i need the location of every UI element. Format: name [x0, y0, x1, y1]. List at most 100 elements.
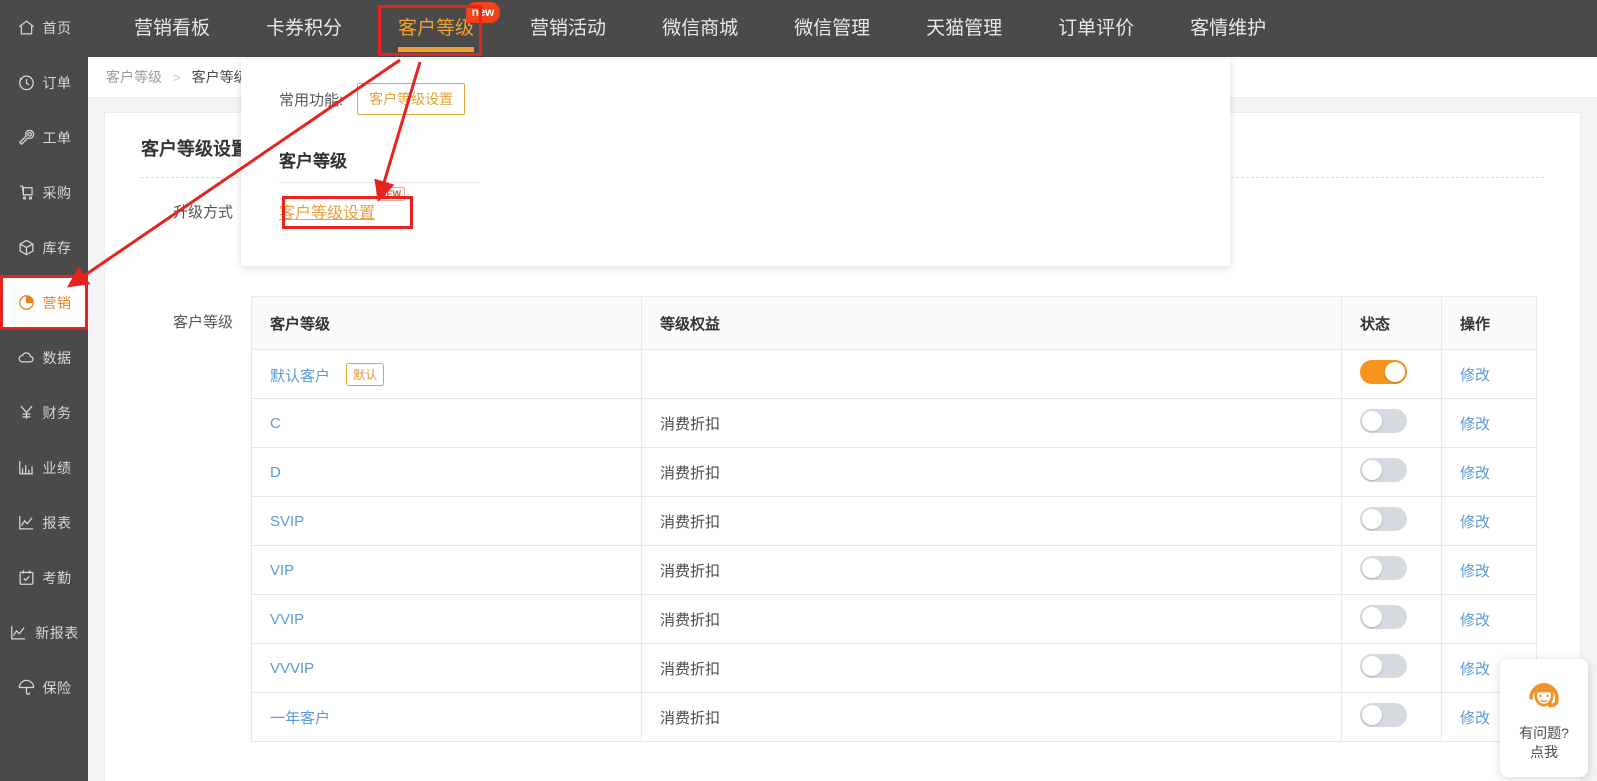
status-toggle[interactable] — [1360, 556, 1407, 580]
sidebar-item-label: 数据 — [42, 349, 72, 366]
column-header-action: 操作 — [1441, 296, 1537, 350]
box-icon — [17, 238, 36, 257]
cell-level-name: VVVIP — [251, 643, 642, 693]
top-navigation: 营销看板 卡券积分 客户等级 new 营销活动 微信商城 微信管理 天猫管理 订… — [88, 0, 1597, 57]
table-row: D 消费折扣 修改 — [251, 447, 1537, 497]
status-toggle[interactable] — [1360, 360, 1407, 384]
table-row: VVVIP 消费折扣 修改 — [251, 643, 1537, 693]
level-name-link[interactable]: SVIP — [270, 513, 304, 530]
cell-action: 修改 — [1441, 349, 1537, 399]
nav-tab-wechat-manage[interactable]: 微信管理 — [794, 0, 870, 57]
nav-tab-marketing-campaign[interactable]: 营销活动 — [530, 0, 606, 57]
sidebar-item-label: 首页 — [42, 19, 72, 36]
edit-link[interactable]: 修改 — [1460, 416, 1490, 433]
chat-widget-line2: 点我 — [1530, 744, 1558, 760]
cell-action: 修改 — [1441, 594, 1537, 644]
nav-tab-card-points[interactable]: 卡券积分 — [266, 0, 342, 57]
edit-link[interactable]: 修改 — [1460, 661, 1490, 678]
cell-level-name: VVIP — [251, 594, 642, 644]
sidebar-item-label: 保险 — [42, 679, 72, 696]
toggle-knob — [1362, 411, 1382, 431]
level-name-link[interactable]: VVIP — [270, 611, 304, 628]
status-toggle[interactable] — [1360, 654, 1407, 678]
customer-levels-table: 客户等级 等级权益 状态 操作 默认客户 默认 修改 C 消费折扣 修改 D 消… — [251, 296, 1537, 742]
sidebar-item-workorder[interactable]: 工单 — [0, 110, 88, 165]
status-toggle[interactable] — [1360, 409, 1407, 433]
sidebar-item-label: 报表 — [42, 514, 72, 531]
toggle-knob — [1362, 705, 1382, 725]
level-name-link[interactable]: C — [270, 415, 281, 432]
cell-action: 修改 — [1441, 398, 1537, 448]
sidebar-item-insurance[interactable]: 保险 — [0, 660, 88, 715]
sidebar-item-finance[interactable]: 财务 — [0, 385, 88, 440]
toggle-knob — [1362, 558, 1382, 578]
cell-status — [1341, 496, 1442, 546]
left-sidebar: 首页 订单 工单 采购 库存 营销 数据 财务 业绩 报表 考勤 新报表 保险 — [0, 0, 88, 781]
cell-benefit: 消费折扣 — [641, 447, 1342, 497]
level-name-link[interactable]: VIP — [270, 562, 294, 579]
breadcrumb-parent[interactable]: 客户等级 — [106, 67, 162, 87]
cloud-icon — [17, 348, 36, 367]
default-badge: 默认 — [346, 362, 385, 386]
dropdown-link-wrapper: 客户等级设置 NEW — [279, 187, 406, 223]
toggle-knob — [1362, 509, 1382, 529]
sidebar-item-data[interactable]: 数据 — [0, 330, 88, 385]
edit-link[interactable]: 修改 — [1460, 563, 1490, 580]
chat-widget-line1: 有问题? — [1519, 725, 1569, 741]
sidebar-item-label: 工单 — [42, 129, 72, 146]
nav-tab-label: 客户等级 — [398, 18, 475, 39]
nav-tab-label: 营销看板 — [134, 18, 211, 39]
nav-tab-customer-care[interactable]: 客情维护 — [1190, 0, 1266, 57]
common-function-chip[interactable]: 客户等级设置 — [357, 83, 466, 115]
new-tag: NEW — [376, 187, 406, 201]
status-toggle[interactable] — [1360, 458, 1407, 482]
level-name-link[interactable]: 默认客户 — [270, 368, 330, 385]
sidebar-item-orders[interactable]: 订单 — [0, 55, 88, 110]
sidebar-item-newreport[interactable]: 新报表 — [0, 605, 88, 660]
sidebar-item-label: 考勤 — [42, 569, 72, 586]
sidebar-item-home[interactable]: 首页 — [0, 0, 88, 55]
edit-link[interactable]: 修改 — [1460, 612, 1490, 629]
cell-status — [1341, 594, 1442, 644]
yuan-icon — [17, 403, 36, 422]
level-name-link[interactable]: VVVIP — [270, 660, 314, 677]
cell-action: 修改 — [1441, 447, 1537, 497]
sidebar-item-report[interactable]: 报表 — [0, 495, 88, 550]
sidebar-item-purchase[interactable]: 采购 — [0, 165, 88, 220]
line-chart-icon — [17, 513, 36, 532]
table-row: VVIP 消费折扣 修改 — [251, 594, 1537, 644]
sidebar-item-label: 库存 — [42, 239, 72, 256]
sidebar-item-marketing[interactable]: 营销 — [0, 275, 88, 330]
sidebar-item-inventory[interactable]: 库存 — [0, 220, 88, 275]
sidebar-item-label: 营销 — [42, 294, 72, 311]
cell-level-name: 默认客户 默认 — [251, 349, 642, 399]
table-row: VIP 消费折扣 修改 — [251, 545, 1537, 595]
nav-tab-tmall-manage[interactable]: 天猫管理 — [926, 0, 1002, 57]
nav-tab-order-review[interactable]: 订单评价 — [1058, 0, 1134, 57]
nav-tab-wechat-mall[interactable]: 微信商城 — [662, 0, 738, 57]
edit-link[interactable]: 修改 — [1460, 367, 1490, 384]
table-row: C 消费折扣 修改 — [251, 398, 1537, 448]
nav-tab-marketing-board[interactable]: 营销看板 — [134, 0, 210, 57]
bar-chart-icon — [17, 458, 36, 477]
status-toggle[interactable] — [1360, 507, 1407, 531]
customer-level-settings-link[interactable]: 客户等级设置 — [279, 205, 375, 222]
sidebar-item-attendance[interactable]: 考勤 — [0, 550, 88, 605]
toggle-knob — [1362, 460, 1382, 480]
status-toggle[interactable] — [1360, 605, 1407, 629]
level-name-link[interactable]: D — [270, 464, 281, 481]
chat-support-widget[interactable]: 有问题? 点我 — [1500, 659, 1588, 777]
cell-benefit: 消费折扣 — [641, 496, 1342, 546]
edit-link[interactable]: 修改 — [1460, 465, 1490, 482]
edit-link[interactable]: 修改 — [1460, 710, 1490, 727]
table-header-row: 客户等级 等级权益 状态 操作 — [251, 296, 1537, 350]
status-toggle[interactable] — [1360, 703, 1407, 727]
nav-tab-label: 订单评价 — [1058, 18, 1135, 39]
cell-status — [1341, 447, 1442, 497]
common-functions-row: 常用功能: 客户等级设置 — [241, 59, 1230, 115]
levels-table-row: 客户等级 客户等级 等级权益 状态 操作 默认客户 默认 修改 C 消费折扣 修… — [105, 296, 1580, 742]
nav-tab-customer-level[interactable]: 客户等级 new — [398, 0, 501, 57]
edit-link[interactable]: 修改 — [1460, 514, 1490, 531]
sidebar-item-performance[interactable]: 业绩 — [0, 440, 88, 495]
level-name-link[interactable]: 一年客户 — [270, 710, 330, 727]
